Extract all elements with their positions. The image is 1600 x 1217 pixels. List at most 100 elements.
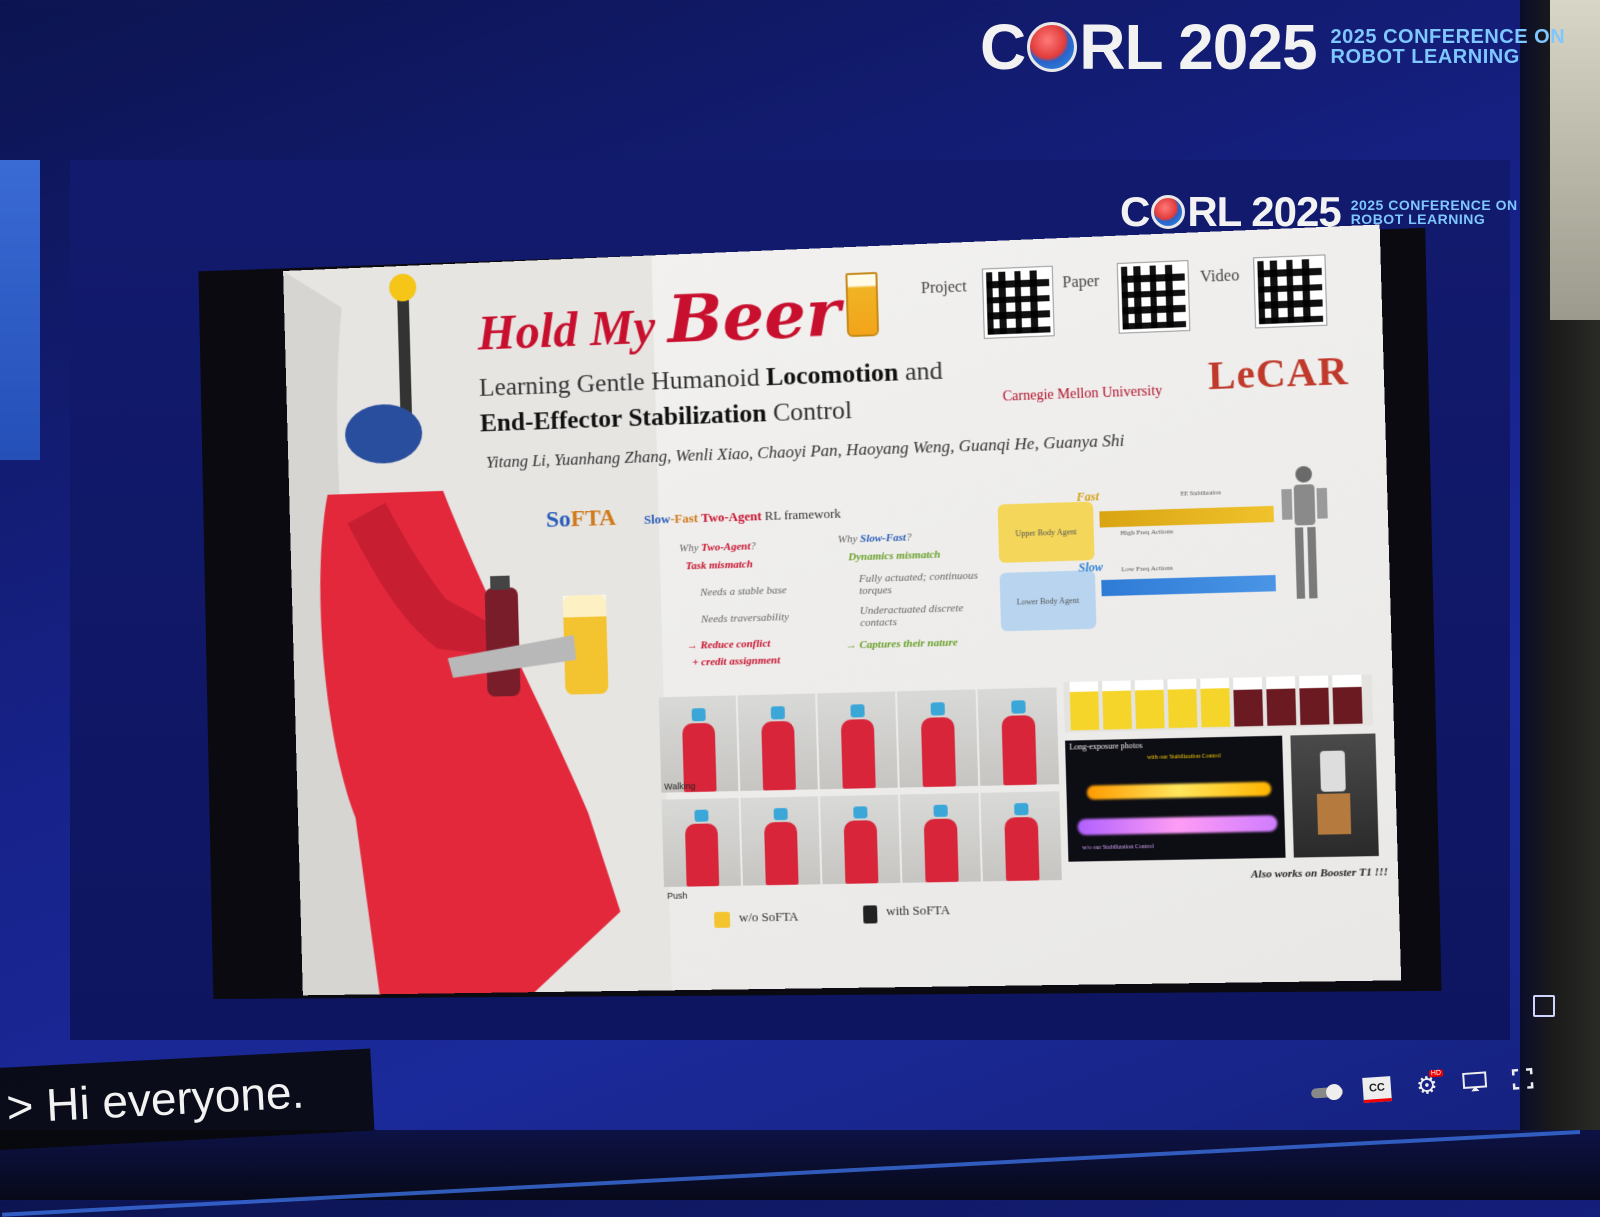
humanoid-robot-diagram: [1281, 465, 1328, 599]
autoplay-toggle-icon: [1311, 1084, 1344, 1101]
needs-traversability: Needs traversability: [700, 611, 790, 626]
presentation-slide: Hold My Beer Project Paper Video Learnin…: [283, 224, 1402, 996]
bottle-with: [1134, 679, 1165, 729]
bottle-without: [1299, 675, 1330, 726]
walking-label: Walking: [664, 780, 696, 792]
dynamics-mismatch-text: Dynamics mismatch: [848, 548, 941, 564]
with-control-label: with our Stabilization Control: [1146, 753, 1221, 762]
settings-button[interactable]: ⚙ HD: [1409, 1069, 1445, 1101]
slide-title: Hold My Beer: [476, 273, 842, 365]
project-qr-code[interactable]: [982, 266, 1054, 338]
side-video-panel: [0, 160, 40, 460]
stable-light-trail: [1086, 781, 1272, 800]
humanoid-robot-photo: [283, 255, 672, 996]
hd-badge: HD: [1428, 1069, 1444, 1078]
without-control-label: w/o our Stabilization Control: [1082, 843, 1154, 852]
walking-frame: [897, 689, 979, 788]
cc-icon: CC: [1362, 1075, 1392, 1103]
tagline-inner-line1: 2025 CONFERENCE ON: [1350, 197, 1518, 213]
fully-actuated: Fully actuated; continuous torques: [858, 569, 979, 598]
autoplay-toggle[interactable]: [1309, 1076, 1345, 1108]
framework-description: Slow-Fast Two-Agent RL framework: [644, 506, 841, 528]
underactuated: Underactuated discrete contacts: [859, 602, 964, 630]
qr-label-video: Video: [1199, 267, 1240, 286]
dynamics-mismatch: Dynamics mismatch: [848, 549, 941, 564]
unstable-light-trail: [1077, 815, 1278, 836]
task-mismatch-text: Task mismatch: [685, 558, 753, 573]
framework-name: SoFTA: [546, 505, 617, 534]
cast-button[interactable]: [1457, 1066, 1493, 1098]
bottle-with: [1102, 680, 1132, 730]
push-frame: [740, 796, 821, 886]
framework-name-so: So: [545, 506, 572, 533]
walking-frame: [658, 695, 739, 793]
title-part-1: Hold My: [476, 297, 669, 361]
walking-frame: [977, 687, 1060, 786]
logo-rest: RL 2025: [1079, 11, 1317, 83]
walking-photo-strip: [658, 687, 1061, 793]
booster-note: Also works on Booster T1 !!!: [1250, 866, 1389, 881]
captures-nature-text: → Captures their nature: [845, 636, 958, 652]
push-photo-strip: [661, 791, 1064, 888]
high-freq-arrow: [1099, 505, 1275, 528]
push-label: Push: [667, 890, 688, 901]
why-slow-fast: Why Slow-Fast?: [837, 531, 912, 546]
low-freq-arrow: [1101, 574, 1276, 597]
framework-slow: Slow: [643, 511, 671, 527]
framework-two-agent: Two-Agent: [697, 508, 762, 526]
walking-frame: [737, 693, 818, 791]
conference-logo-top: C RL 2025 2025 CONFERENCE ON ROBOT LEARN…: [980, 10, 1565, 84]
logo-letter-c: C: [980, 11, 1026, 83]
bottle-without: [1332, 674, 1363, 725]
framework-rest: RL framework: [761, 505, 841, 524]
conference-tagline: 2025 CONFERENCE ON ROBOT LEARNING: [1331, 27, 1566, 67]
slow-label: Slow: [1078, 559, 1104, 575]
bottle-without: [1266, 676, 1297, 726]
task-mismatch: Task mismatch: [685, 558, 752, 572]
framework-name-fta: FTA: [570, 504, 617, 533]
subtitle-1c: and: [898, 355, 944, 387]
reduce-conflict: → Reduce conflict: [687, 638, 771, 652]
why-two-agent-heading: Two-Agent: [701, 540, 751, 554]
credit-assignment: + credit assignment: [692, 654, 780, 668]
upper-body-agent-label: Upper Body Agent: [1015, 526, 1077, 538]
lower-body-agent-box: Lower Body Agent: [999, 570, 1097, 632]
long-exposure-photo: Long-exposure photos with our Stabilizat…: [1065, 735, 1286, 862]
caption-prefix: >: [5, 1079, 35, 1134]
with-softa-swatch: [862, 905, 878, 924]
push-frame: [661, 797, 741, 888]
bottle-comparison-strip: [1063, 674, 1374, 733]
bottle-with: [1069, 681, 1100, 731]
long-exposure-label: Long-exposure photos: [1069, 740, 1143, 752]
push-frame: [899, 792, 981, 883]
logo-letter-c-inner: C: [1120, 188, 1150, 235]
cast-icon: [1462, 1071, 1488, 1092]
push-frame: [820, 794, 901, 885]
corl-wordmark: C RL 2025: [980, 10, 1318, 84]
conference-tagline-inner: 2025 CONFERENCE ON ROBOT LEARNING: [1351, 198, 1518, 226]
without-softa-swatch: [714, 911, 731, 928]
reduce-conflict-text: → Reduce conflict: [686, 637, 771, 652]
globe-icon: [1027, 22, 1078, 72]
walking-frame: [817, 691, 898, 790]
high-freq-label: High Freq Actions: [1120, 527, 1174, 538]
captions-button[interactable]: CC: [1359, 1073, 1395, 1105]
fullscreen-icon: [1511, 1067, 1534, 1090]
paper-qr-code[interactable]: [1117, 261, 1190, 333]
legend-without-softa: w/o SoFTA: [738, 908, 799, 925]
fast-label: Fast: [1076, 489, 1100, 505]
lower-body-agent-label: Lower Body Agent: [1016, 595, 1080, 607]
fullscreen-corner-icon[interactable]: [1533, 995, 1555, 1017]
qr-label-paper: Paper: [1062, 272, 1100, 292]
ee-stabilization-label: EE Stabilization: [1180, 490, 1221, 498]
subtitle-2b: Control: [766, 395, 853, 428]
globe-icon-inner: [1151, 195, 1186, 229]
upper-body-agent-box: Upper Body Agent: [997, 501, 1095, 563]
video-qr-code[interactable]: [1254, 255, 1327, 328]
framework-fast: -Fast: [670, 510, 699, 527]
fullscreen-button[interactable]: [1505, 1063, 1541, 1095]
tagline-line2: ROBOT LEARNING: [1330, 46, 1520, 68]
bottle-without: [1233, 677, 1264, 727]
bottle-with: [1200, 677, 1231, 728]
beer-glass-icon: [845, 271, 880, 338]
